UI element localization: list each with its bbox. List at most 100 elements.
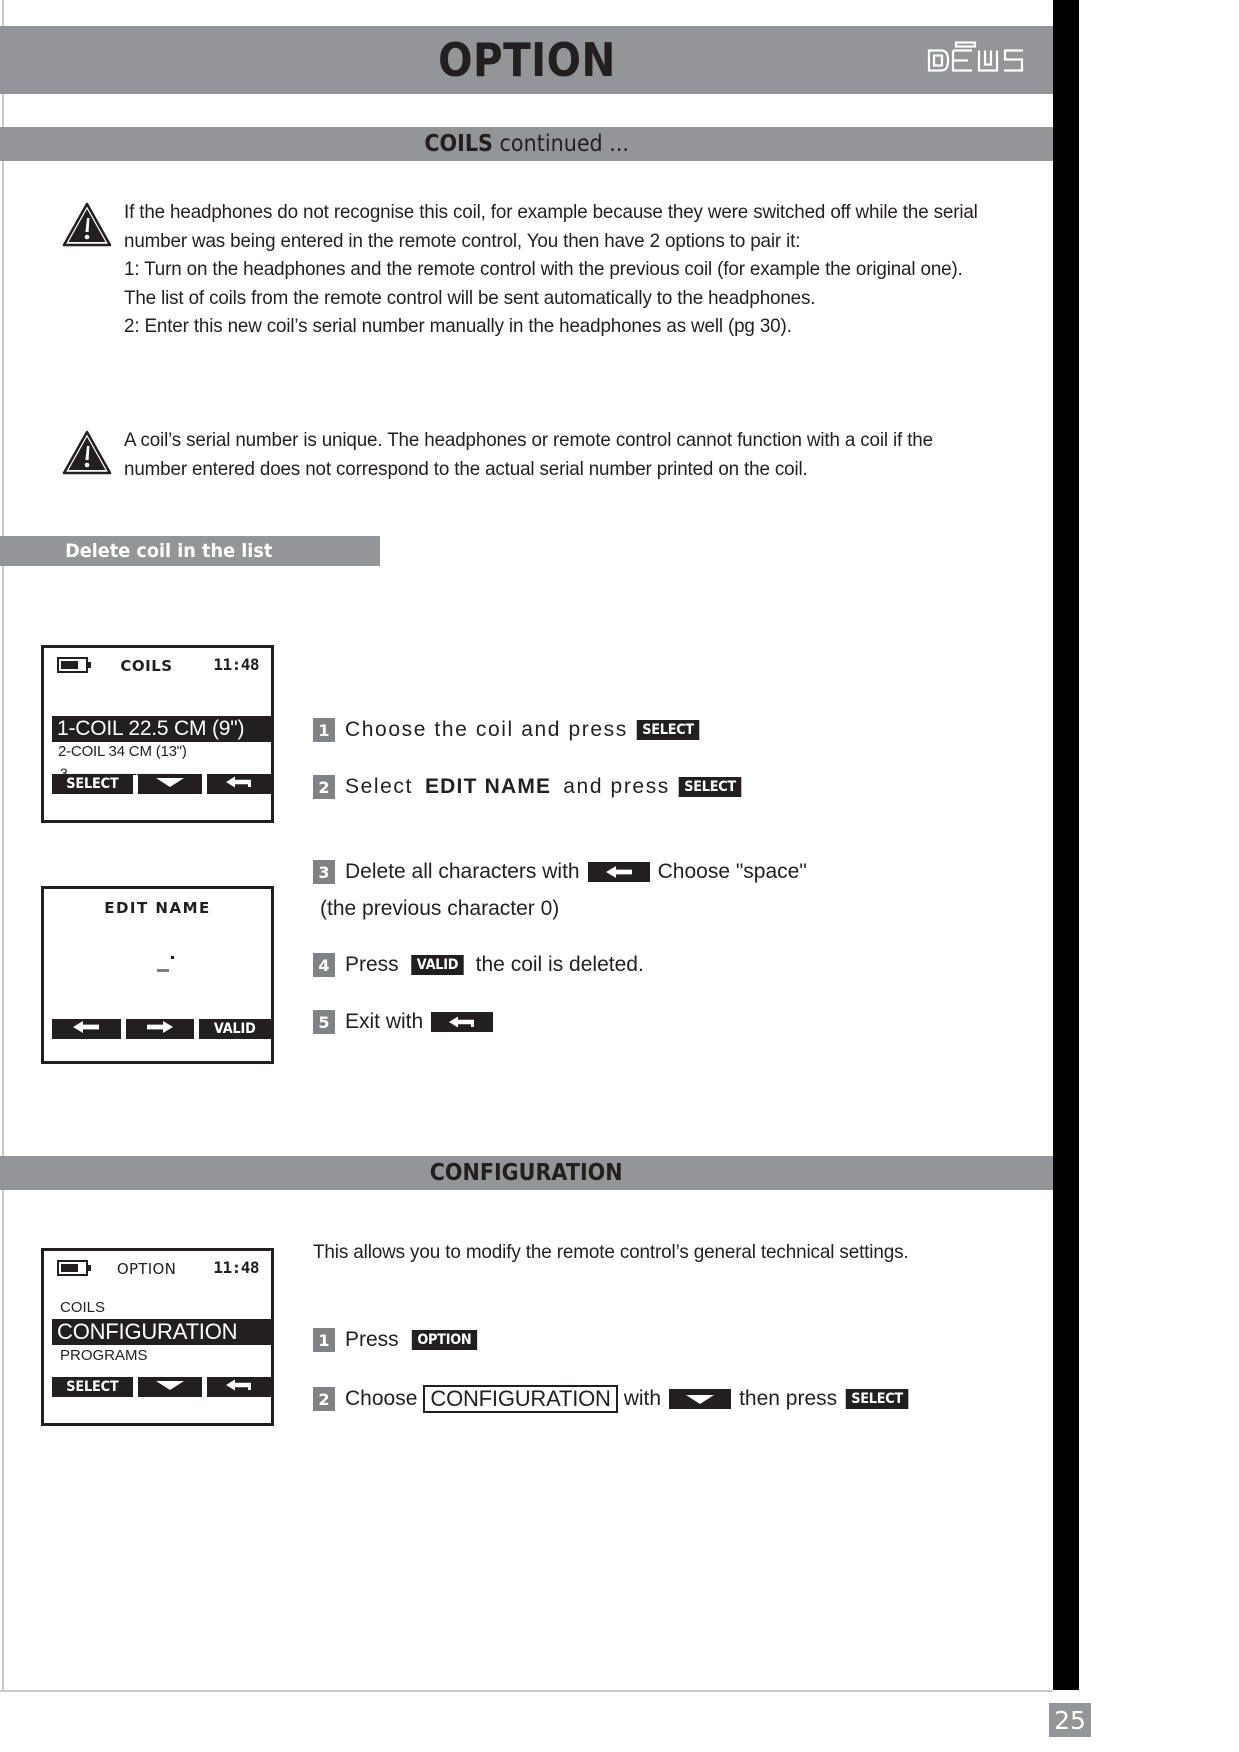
softkey-valid[interactable]: VALID: [199, 1019, 271, 1039]
config-step-2-text-a: Choose: [345, 1387, 418, 1410]
chevron-down-icon: [153, 1378, 187, 1396]
warning-1-line-1: If the headphones do not recognise this …: [124, 201, 978, 252]
lcd-option-clock: 11:48: [213, 1258, 259, 1277]
section-bar-configuration-label: CONFIGURATION: [430, 1160, 623, 1186]
step-5-key-back[interactable]: [431, 1012, 494, 1032]
softkey-select-label: SELECT: [66, 776, 119, 792]
step-3-sub-text: (the previous character 0): [320, 897, 560, 920]
step-1-key-select[interactable]: SELECT: [636, 720, 700, 740]
warning-block-1: If the headphones do not recognise this …: [62, 198, 1022, 341]
config-step-2-key-select[interactable]: SELECT: [845, 1389, 909, 1409]
lcd-screen-option: OPTION 11:48 COILS CONFIGURATION PROGRAM…: [41, 1248, 274, 1426]
warning-text-2: A coil’s serial number is unique. The he…: [124, 426, 991, 483]
lcd-screen-coils: COILS 11:48 1-COIL 22.5 CM (9") 2-COIL 3…: [41, 645, 274, 823]
back-arrow-icon: [222, 775, 256, 794]
warning-1-line-2: 1: Turn on the headphones and the remote…: [124, 258, 963, 309]
warning-text-1: If the headphones do not recognise this …: [124, 198, 991, 341]
step-5-number: 5: [313, 1010, 335, 1034]
lcd-coils-item-1[interactable]: 1-COIL 22.5 CM (9"): [52, 716, 271, 742]
lcd-coils-statusbar: COILS 11:48: [44, 655, 271, 677]
step-3-number: 3: [313, 860, 335, 884]
warning-1-line-3: 2: Enter this new coil’s serial number m…: [124, 315, 792, 338]
page-title: OPTION: [437, 33, 616, 87]
softkey-select[interactable]: SELECT: [52, 774, 134, 794]
right-black-gutter: [1053, 0, 1079, 1690]
subsection-title: Delete coil in the list: [65, 540, 273, 562]
lcd-option-statusbar: OPTION 11:48: [44, 1258, 271, 1280]
lcd-screen-edit-name: EDIT NAME VALID: [41, 886, 274, 1064]
footer-rule: [0, 1690, 1053, 1692]
section-bar-coils-rest: continued ...: [492, 131, 629, 157]
lcd-option-softkeys: SELECT: [52, 1377, 271, 1397]
warning-block-2: A coil’s serial number is unique. The he…: [62, 426, 1022, 483]
softkey-down[interactable]: [138, 1377, 203, 1397]
lcd-option-item-configuration[interactable]: CONFIGURATION: [52, 1319, 271, 1345]
step-2: 2 Select EDIT NAME and press SELECT: [313, 775, 750, 799]
lcd-coils-softkeys: SELECT: [52, 774, 271, 794]
step-4-text-a: Press: [345, 953, 399, 976]
step-4: 4 Press VALID the coil is deleted.: [313, 953, 644, 977]
step-4-key-valid[interactable]: VALID: [410, 955, 464, 975]
lcd-edit-name-title: EDIT NAME: [104, 899, 211, 917]
warning-triangle-icon: [62, 426, 124, 483]
lcd-edit-name-cursor: [157, 969, 169, 972]
step-2-text-a: Select: [345, 775, 413, 798]
warning-2-line-1: A coil’s serial number is unique. The he…: [124, 429, 933, 480]
step-1-text: Choose the coil and press: [345, 718, 628, 741]
left-margin-rule: [2, 0, 4, 1690]
step-3: 3 Delete all characters with Choose "spa…: [313, 860, 807, 884]
arrow-right-icon: [143, 1020, 177, 1039]
softkey-left[interactable]: [52, 1019, 121, 1039]
deus-logo-icon: [925, 40, 1037, 81]
page-number-badge: 25: [1049, 1703, 1091, 1737]
step-4-text-b: the coil is deleted.: [475, 953, 644, 976]
config-step-2-key-down[interactable]: [669, 1389, 732, 1409]
lcd-option-item-coils[interactable]: COILS: [60, 1299, 105, 1316]
step-3-key-left-arrow[interactable]: [587, 862, 650, 882]
section-bar-configuration: CONFIGURATION: [0, 1156, 1053, 1190]
right-white-margin: [1079, 0, 1239, 1752]
config-step-1: 1 Press OPTION: [313, 1328, 489, 1352]
softkey-back[interactable]: [207, 774, 271, 794]
lcd-coils-item-2[interactable]: 2-COIL 34 CM (13"): [58, 743, 187, 760]
manual-page: OPTION COILS continued ... If the headph…: [0, 0, 1239, 1752]
step-1-number: 1: [313, 718, 335, 742]
config-step-2: 2 Choose CONFIGURATION with then press S…: [313, 1385, 917, 1413]
subsection-bar-delete-coil: Delete coil in the list: [0, 536, 380, 566]
config-step-2-number: 2: [313, 1387, 335, 1411]
lcd-edit-name-dot: [171, 956, 174, 959]
softkey-select[interactable]: SELECT: [52, 1377, 134, 1397]
config-step-1-key-option[interactable]: OPTION: [411, 1330, 477, 1350]
lcd-option-item-programs[interactable]: PROGRAMS: [60, 1347, 148, 1364]
page-title-bar: OPTION: [0, 26, 1053, 94]
step-5-text-a: Exit with: [345, 1010, 424, 1033]
config-step-2-text-mid: with: [623, 1387, 662, 1410]
softkey-down[interactable]: [138, 774, 203, 794]
chevron-down-icon: [153, 775, 187, 793]
softkey-right[interactable]: [125, 1019, 195, 1039]
softkey-select-label: SELECT: [66, 1379, 119, 1395]
step-3-subnote: (the previous character 0): [320, 897, 559, 921]
arrow-left-icon: [69, 1020, 103, 1039]
section-bar-coils-label: COILS continued ...: [424, 131, 629, 157]
lcd-coils-clock: 11:48: [213, 655, 259, 674]
step-4-number: 4: [313, 953, 335, 977]
lcd-edit-name-softkeys: VALID: [52, 1019, 271, 1039]
softkey-back[interactable]: [207, 1377, 271, 1397]
step-2-text-mid: and press: [563, 775, 670, 798]
step-2-key-select[interactable]: SELECT: [678, 777, 742, 797]
step-2-emphasis: EDIT NAME: [424, 775, 552, 798]
warning-triangle-icon: [62, 198, 124, 341]
step-3-text-a: Delete all characters with: [345, 860, 580, 883]
config-step-2-boxed-configuration[interactable]: CONFIGURATION: [423, 1385, 618, 1413]
back-arrow-icon: [222, 1378, 256, 1397]
config-step-1-number: 1: [313, 1328, 335, 1352]
section-bar-coils: COILS continued ...: [0, 127, 1053, 161]
configuration-intro-text: This allows you to modify the remote con…: [313, 1241, 909, 1263]
lcd-option-title: OPTION: [116, 1260, 177, 1278]
step-1: 1 Choose the coil and press SELECT: [313, 718, 708, 742]
section-bar-coils-bold: COILS: [424, 131, 493, 157]
config-step-2-text-b: then press: [739, 1387, 838, 1410]
lcd-coils-title: COILS: [120, 657, 173, 675]
step-5: 5 Exit with: [313, 1010, 501, 1034]
